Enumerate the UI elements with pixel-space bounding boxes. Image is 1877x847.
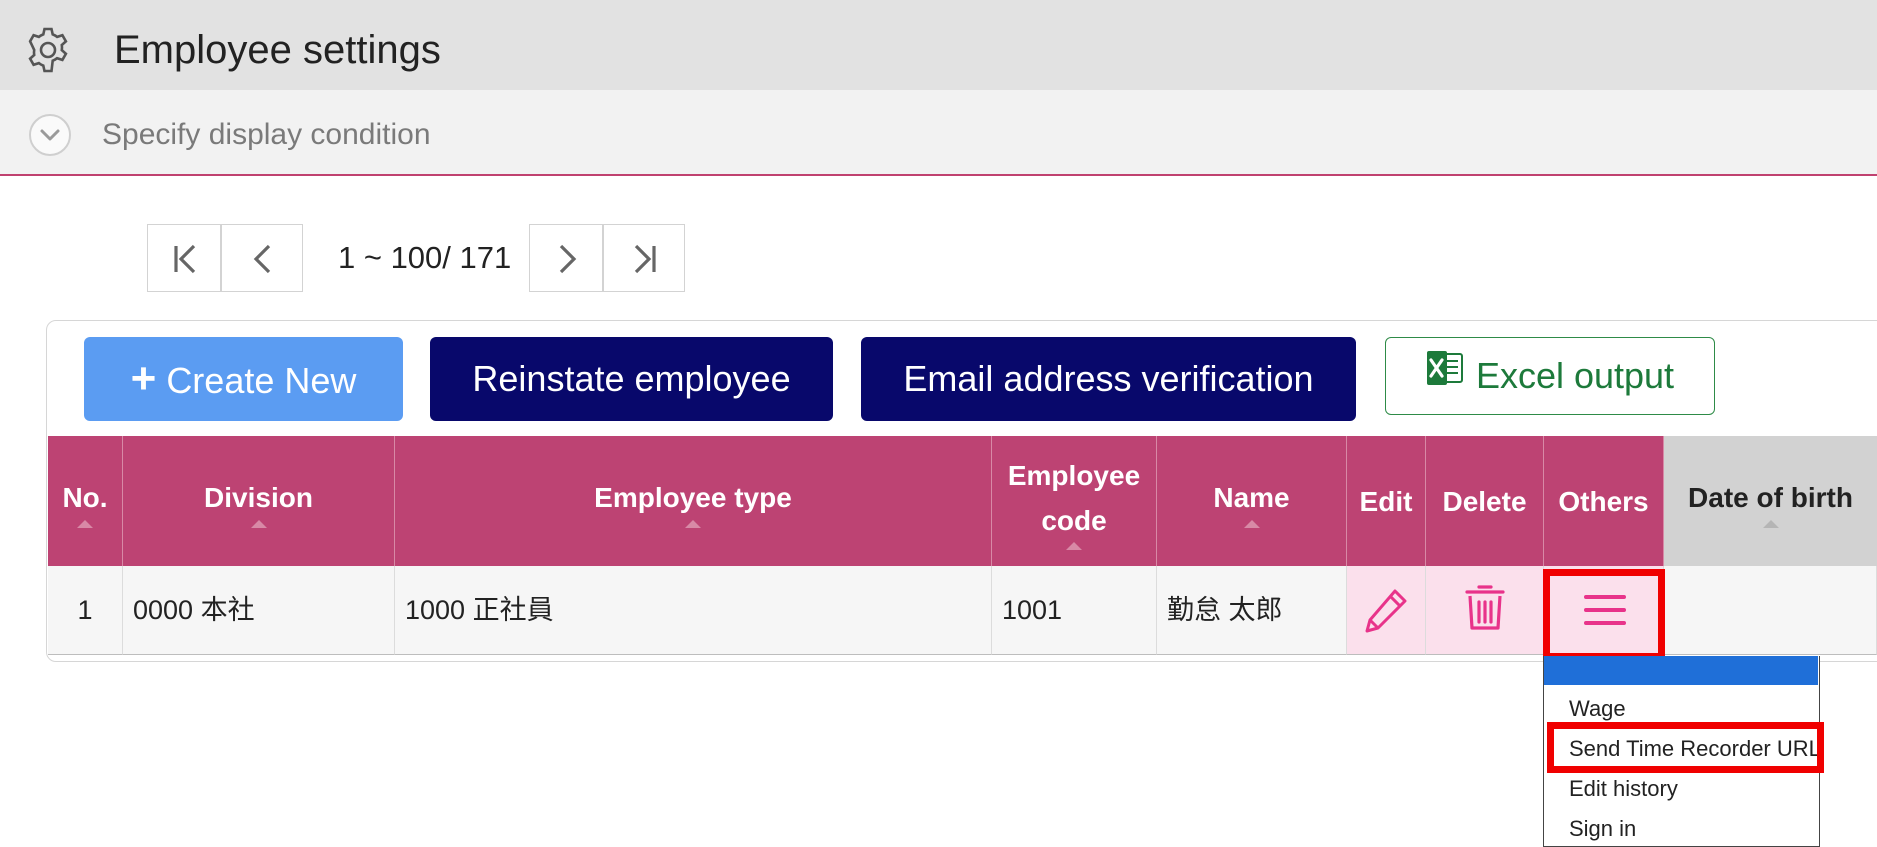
others-highlight-box: [1543, 569, 1665, 660]
menu-item-sign-in[interactable]: Sign in: [1569, 814, 1636, 844]
create-new-button[interactable]: + Create New: [84, 337, 403, 421]
column-header-delete: Delete: [1426, 436, 1544, 566]
page-header: Employee settings: [0, 0, 1877, 90]
menu-item-wage[interactable]: Wage: [1569, 694, 1626, 724]
cell-name: 勤怠 太郎: [1157, 566, 1347, 655]
column-header-name[interactable]: Name: [1157, 436, 1347, 566]
excel-output-label: Excel output: [1475, 355, 1675, 396]
menu-item-edit-history[interactable]: Edit history: [1569, 774, 1678, 804]
sort-arrow-icon: [1243, 520, 1260, 528]
prev-page-button[interactable]: [221, 224, 303, 292]
first-page-icon: [174, 244, 196, 274]
display-condition-bar[interactable]: Specify display condition: [0, 90, 1877, 176]
column-header-date-of-birth-label: Date of birth: [1688, 482, 1853, 513]
trash-icon: [1465, 585, 1505, 630]
column-header-employee-type[interactable]: Employee type: [395, 436, 992, 566]
create-new-label: Create New: [166, 360, 357, 401]
column-header-no-label: No.: [62, 482, 108, 513]
cell-employee-code: 1001: [992, 566, 1157, 655]
column-header-no[interactable]: No.: [48, 436, 123, 566]
column-header-edit: Edit: [1347, 436, 1426, 566]
first-page-button[interactable]: [147, 224, 221, 292]
column-header-division[interactable]: Division: [123, 436, 395, 566]
column-header-employee-code[interactable]: Employee code: [992, 436, 1157, 566]
page-title: Employee settings: [114, 28, 441, 72]
column-header-division-label: Division: [204, 482, 313, 513]
column-header-others: Others: [1544, 436, 1664, 566]
chevron-right-icon: [559, 244, 577, 274]
display-condition-label[interactable]: Specify display condition: [102, 116, 431, 154]
column-header-date-of-birth[interactable]: Date of birth: [1664, 436, 1877, 566]
excel-output-button[interactable]: Excel output: [1385, 337, 1715, 415]
chevron-down-icon[interactable]: [29, 114, 71, 156]
cell-date-of-birth: [1664, 566, 1877, 655]
last-page-icon: [634, 244, 656, 274]
column-header-edit-label: Edit: [1359, 486, 1413, 517]
cell-employee-type: 1000 正社員: [395, 566, 992, 655]
send-url-highlight-box: [1547, 722, 1824, 773]
column-header-delete-label: Delete: [1442, 486, 1527, 517]
next-page-button[interactable]: [529, 224, 603, 292]
pencil-icon: [1365, 589, 1407, 633]
page-range: 1 ~ 100/ 171: [338, 240, 512, 275]
reinstate-employee-button[interactable]: Reinstate employee: [430, 337, 833, 421]
chevron-left-icon: [253, 244, 271, 274]
cell-division: 0000 本社: [123, 566, 395, 655]
last-page-button[interactable]: [603, 224, 685, 292]
sort-arrow-icon: [1066, 542, 1082, 550]
sort-arrow-icon: [250, 520, 267, 528]
sort-arrow-icon: [77, 520, 93, 528]
dropdown-highlighted-item[interactable]: [1544, 656, 1818, 685]
edit-button[interactable]: [1347, 566, 1426, 655]
column-header-name-label: Name: [1213, 482, 1290, 513]
plus-icon: +: [130, 354, 157, 403]
gear-icon[interactable]: [24, 26, 72, 74]
email-verification-button[interactable]: Email address verification: [861, 337, 1356, 421]
excel-icon: [1426, 336, 1464, 412]
sort-arrow-icon: [1762, 520, 1779, 528]
column-header-employee-type-label: Employee type: [594, 482, 792, 513]
delete-button[interactable]: [1426, 566, 1544, 655]
sort-arrow-icon: [685, 520, 701, 528]
column-header-employee-code-label-2: code: [1041, 505, 1107, 536]
column-header-others-label: Others: [1558, 486, 1649, 517]
cell-no: 1: [48, 566, 123, 655]
column-header-employee-code-label-1: Employee: [1007, 460, 1141, 491]
